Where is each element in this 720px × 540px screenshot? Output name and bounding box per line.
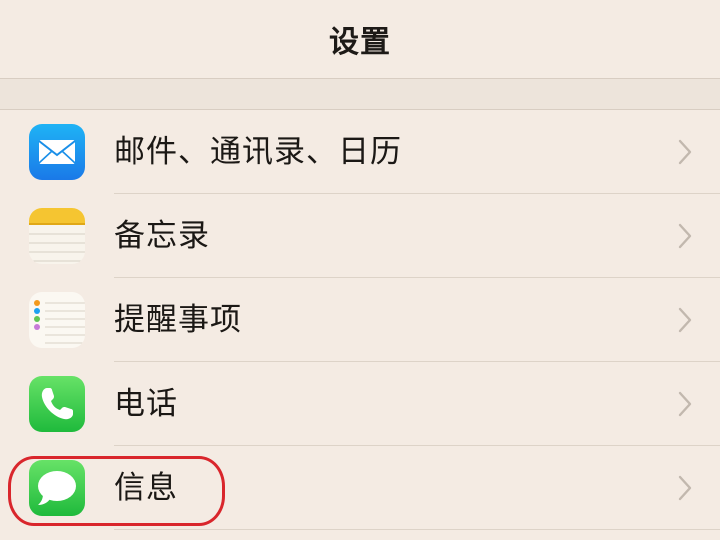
settings-row-reminders[interactable]: 提醒事项 (0, 278, 720, 362)
row-label: 备忘录 (114, 218, 210, 254)
settings-row-notes[interactable]: 备忘录 (0, 194, 720, 278)
settings-screen: 设置 邮件、通讯录、日历 备忘录 提醒事项 电话 信息 (0, 0, 720, 540)
notes-icon (29, 208, 85, 264)
navigation-bar: 设置 (0, 0, 720, 79)
page-title: 设置 (329, 25, 391, 60)
settings-row-messages[interactable]: 信息 (0, 446, 720, 530)
settings-row-phone[interactable]: 电话 (0, 362, 720, 446)
row-separator (114, 529, 720, 530)
settings-list: 邮件、通讯录、日历 备忘录 提醒事项 电话 信息 (0, 110, 720, 530)
settings-row-mail-contacts-calendars[interactable]: 邮件、通讯录、日历 (0, 110, 720, 194)
row-label: 电话 (114, 386, 178, 422)
reminders-icon (29, 292, 85, 348)
messages-icon (29, 460, 85, 516)
chevron-right-icon (678, 475, 692, 501)
row-label: 提醒事项 (114, 302, 242, 338)
chevron-right-icon (678, 391, 692, 417)
chevron-right-icon (678, 223, 692, 249)
row-label: 信息 (114, 470, 178, 506)
phone-icon (29, 376, 85, 432)
chevron-right-icon (678, 307, 692, 333)
section-spacer (0, 79, 720, 110)
row-label: 邮件、通讯录、日历 (114, 134, 402, 170)
mail-icon (29, 124, 85, 180)
chevron-right-icon (678, 139, 692, 165)
